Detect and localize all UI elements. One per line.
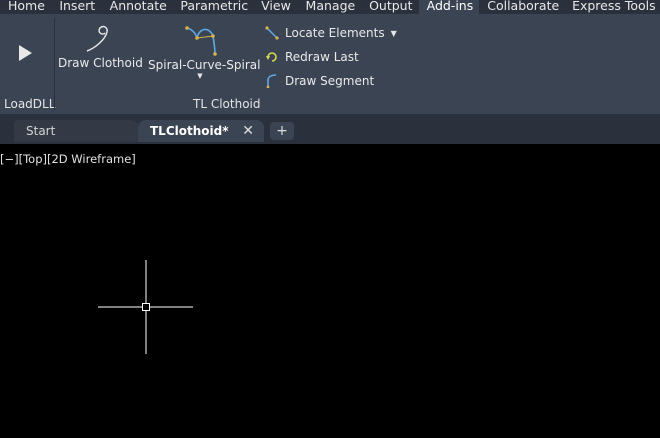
tab-insert[interactable]: Insert	[51, 0, 101, 14]
new-tab-button[interactable]: +	[270, 122, 294, 140]
ribbon-tab-bar: Home Insert Annotate Parametric View Man…	[0, 0, 660, 14]
locate-elements-icon	[265, 26, 279, 40]
redraw-last-label: Redraw Last	[285, 50, 359, 64]
panel-title-loaddll: LoadDLL	[4, 97, 56, 111]
draw-segment-label: Draw Segment	[285, 74, 375, 88]
tab-start-label: Start	[26, 124, 56, 138]
redraw-last-button[interactable]: Redraw Last	[265, 48, 359, 66]
draw-segment-icon	[266, 74, 277, 88]
close-icon[interactable]: ✕	[242, 120, 254, 142]
tab-annotate[interactable]: Annotate	[102, 0, 173, 14]
panel-title-tl-clothoid: TL Clothoid	[193, 97, 261, 111]
tab-view[interactable]: View	[253, 0, 297, 14]
tab-add-ins[interactable]: Add-ins	[418, 0, 480, 14]
spiral-curve-spiral-label: Spiral-Curve-Spiral	[148, 58, 261, 72]
drawing-canvas[interactable]: [−][Top][2D Wireframe]	[0, 144, 660, 438]
chevron-down-icon[interactable]: ▼	[391, 29, 397, 38]
crosshair-cursor-icon	[98, 260, 193, 354]
load-dll-button[interactable]	[10, 44, 40, 62]
tab-start[interactable]: Start	[14, 120, 140, 142]
tab-tlclothoid[interactable]: TLClothoid* ✕	[138, 120, 264, 142]
tab-output[interactable]: Output	[361, 0, 419, 14]
tab-express-tools[interactable]: Express Tools	[564, 0, 660, 14]
tab-parametric[interactable]: Parametric	[172, 0, 253, 14]
document-tab-bar: Start TLClothoid* ✕ +	[0, 114, 660, 144]
ribbon-panel: LoadDLL Draw Clothoid Spiral-Curve-Spira…	[0, 14, 660, 114]
tab-home[interactable]: Home	[0, 0, 51, 14]
draw-clothoid-label: Draw Clothoid	[58, 56, 143, 70]
redraw-icon	[266, 52, 277, 62]
draw-clothoid-button[interactable]: Draw Clothoid	[58, 24, 143, 70]
spiral-curve-spiral-icon	[185, 26, 217, 56]
locate-elements-button[interactable]: Locate Elements ▼	[265, 24, 397, 42]
panel-separator	[54, 18, 55, 110]
spiral-curve-spiral-button[interactable]: Spiral-Curve-Spiral ▼	[148, 24, 261, 80]
tab-manage[interactable]: Manage	[298, 0, 362, 14]
clothoid-icon	[86, 25, 108, 52]
tab-collaborate[interactable]: Collaborate	[479, 0, 564, 14]
tab-tlclothoid-label: TLClothoid*	[150, 124, 229, 138]
chevron-down-icon[interactable]: ▼	[148, 72, 252, 80]
locate-elements-label: Locate Elements	[285, 26, 385, 40]
draw-segment-button[interactable]: Draw Segment	[265, 72, 374, 90]
play-icon	[19, 45, 32, 61]
